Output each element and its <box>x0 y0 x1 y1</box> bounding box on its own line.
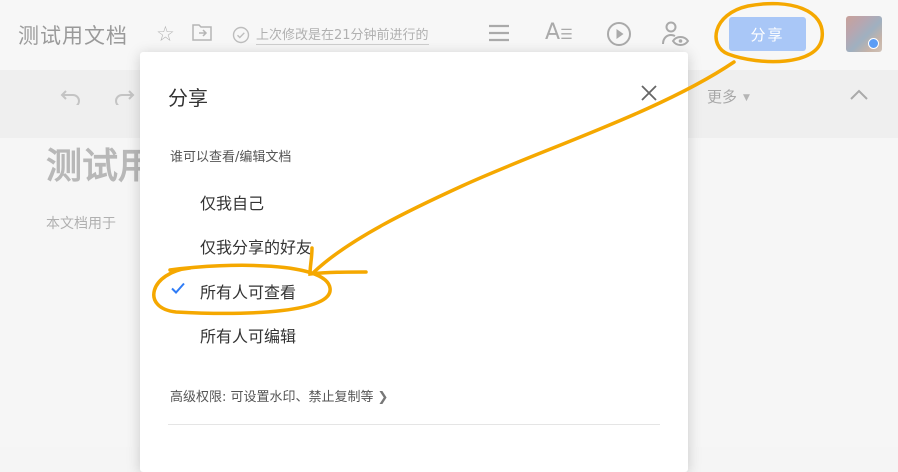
dialog-title: 分享 <box>168 86 208 110</box>
save-status: 上次修改是在21分钟前进行的 <box>232 24 429 45</box>
option-label: 仅我分享的好友 <box>200 238 313 257</box>
chevron-right-icon: ❯ <box>377 390 389 405</box>
share-dialog: 分享 谁可以查看/编辑文档 仅我自己 仅我分享的好友 所有人可查看 所有人可编辑… <box>140 52 688 472</box>
check-circle-icon <box>232 26 250 43</box>
permission-option-anyone-view[interactable]: 所有人可查看 <box>140 274 688 306</box>
permission-option-only-me[interactable]: 仅我自己 <box>140 185 688 217</box>
more-menu[interactable]: 更多 ▼ <box>707 86 750 107</box>
document-body-text[interactable]: 本文档用于 <box>46 213 140 233</box>
menu-icon[interactable] <box>487 22 511 44</box>
text-style-icon[interactable]: A☰ <box>545 20 573 48</box>
option-label: 所有人可编辑 <box>200 327 297 346</box>
divider <box>168 424 660 425</box>
option-label: 所有人可查看 <box>200 283 297 302</box>
undo-icon[interactable] <box>60 87 82 105</box>
redo-icon[interactable] <box>113 87 135 105</box>
permission-section-label: 谁可以查看/编辑文档 <box>170 150 292 165</box>
save-status-text[interactable]: 上次修改是在21分钟前进行的 <box>256 24 429 45</box>
checkmark-icon <box>171 282 185 294</box>
avatar[interactable] <box>846 16 882 52</box>
close-button[interactable] <box>638 82 660 104</box>
star-icon[interactable]: ☆ <box>156 22 175 46</box>
collaborators-icon[interactable] <box>660 20 690 48</box>
share-button[interactable]: 分享 <box>729 17 806 51</box>
move-to-folder-icon[interactable] <box>192 23 212 41</box>
document-heading[interactable]: 测试用文档 <box>46 137 140 189</box>
chevron-up-icon[interactable] <box>849 88 869 102</box>
caret-down-icon: ▼ <box>743 92 750 103</box>
present-icon[interactable] <box>606 21 632 47</box>
avatar-status-badge <box>868 38 879 49</box>
permission-option-anyone-edit[interactable]: 所有人可编辑 <box>140 318 688 350</box>
option-label: 仅我自己 <box>200 194 265 213</box>
more-label: 更多 <box>707 88 738 106</box>
advanced-permissions-link[interactable]: 高级权限: 可设置水印、禁止复制等 ❯ <box>170 386 388 405</box>
advanced-permissions-label: 高级权限: 可设置水印、禁止复制等 <box>170 390 374 405</box>
document-title[interactable]: 测试用文档 <box>18 20 128 50</box>
permission-option-shared-friends[interactable]: 仅我分享的好友 <box>140 229 688 261</box>
close-icon <box>641 85 657 101</box>
